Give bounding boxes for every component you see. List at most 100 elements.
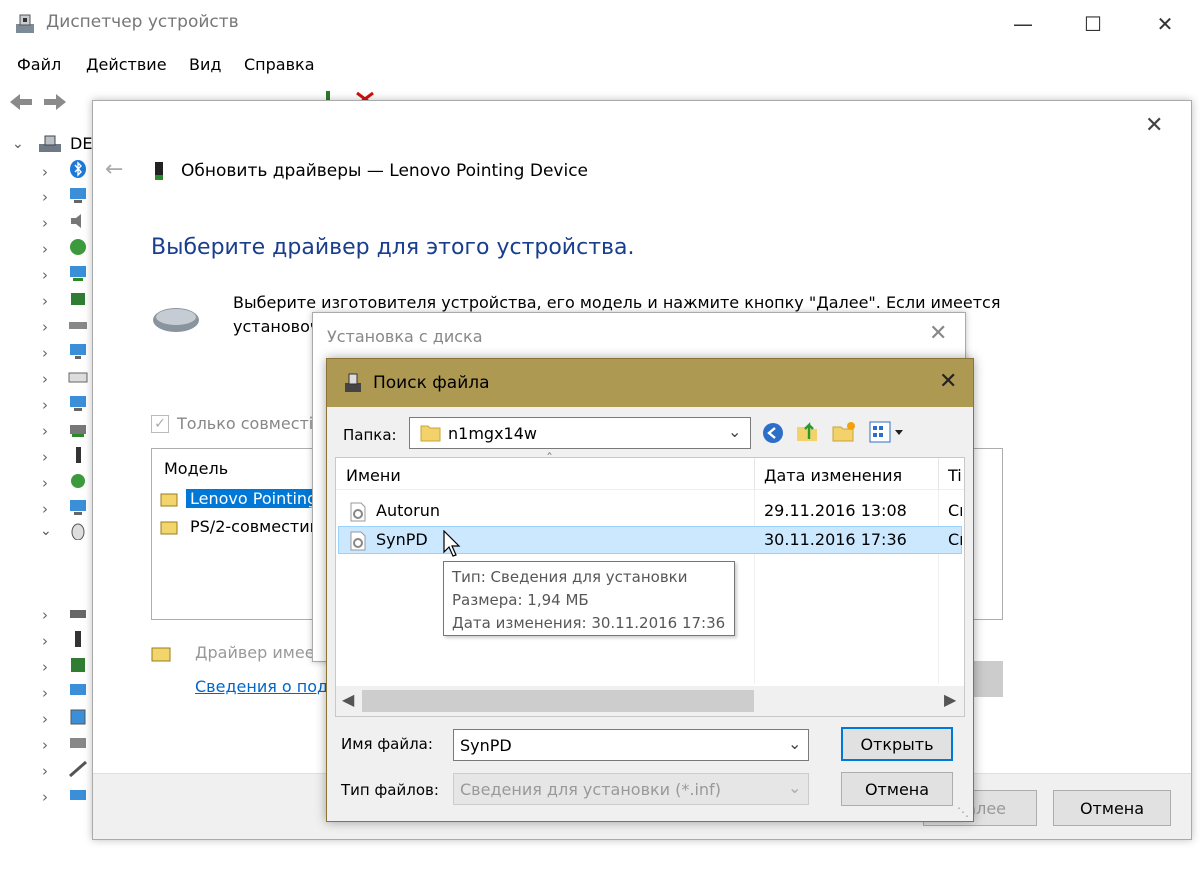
- model-column-header[interactable]: Модель: [164, 459, 228, 478]
- monitor-icon: [70, 266, 86, 281]
- menu-view[interactable]: Вид: [189, 55, 221, 74]
- scroll-right-icon[interactable]: ▶: [944, 690, 956, 709]
- menu-help[interactable]: Справка: [244, 55, 315, 74]
- expand-arrow[interactable]: ›: [42, 762, 48, 780]
- file-date: 29.11.2016 13:08: [764, 501, 907, 520]
- install-close-icon[interactable]: ✕: [929, 321, 947, 346]
- expand-arrow[interactable]: ›: [42, 422, 48, 440]
- display-icon: [70, 344, 86, 359]
- file-row[interactable]: Autorun 29.11.2016 13:08 Cı: [338, 498, 962, 524]
- keyboard-icon: [68, 372, 88, 383]
- expand-arrow[interactable]: ›: [42, 658, 48, 676]
- back-arrow-icon[interactable]: ←: [105, 157, 123, 182]
- dialog-title: Обновить драйверы — Lenovo Pointing Devi…: [181, 161, 588, 181]
- expand-arrow[interactable]: ›: [42, 163, 48, 181]
- expand-arrow[interactable]: ›: [42, 788, 48, 806]
- filename-label: Имя файла:: [341, 735, 433, 753]
- compat-checkbox[interactable]: ✓: [151, 415, 169, 433]
- expand-arrow[interactable]: ›: [42, 370, 48, 388]
- menu-file[interactable]: Файл: [17, 55, 61, 74]
- title-bar: Диспетчер устройств — ☐ ✕: [0, 0, 1200, 48]
- column-divider[interactable]: [754, 458, 755, 490]
- dialog-close-icon[interactable]: ✕: [1145, 113, 1163, 138]
- expand-arrow[interactable]: ›: [42, 344, 48, 362]
- menu-action[interactable]: Действие: [86, 55, 167, 74]
- resize-grip-icon[interactable]: ⋱: [957, 805, 969, 819]
- usb-controller-icon: [70, 790, 86, 800]
- printer-icon: [70, 610, 86, 618]
- cancel-button[interactable]: Отмена: [1053, 790, 1171, 826]
- expand-arrow[interactable]: ›: [42, 710, 48, 728]
- driver-details-link[interactable]: Сведения о под: [195, 677, 328, 696]
- file-row-selected[interactable]: SynPD 30.11.2016 17:36 Cı: [338, 526, 962, 554]
- description-line2: установоч: [233, 317, 320, 336]
- expand-arrow[interactable]: ›: [42, 606, 48, 624]
- date-column-header[interactable]: Дата изменения: [764, 466, 902, 485]
- signed-driver-note: Драйвер имее: [195, 643, 315, 662]
- go-back-icon[interactable]: [761, 421, 785, 445]
- collapse-arrow[interactable]: ⌄: [40, 523, 52, 539]
- device-tree: ⌄ DE › › › › › › › › › › › › › › ⌄ › › ›…: [0, 118, 95, 879]
- expand-arrow[interactable]: ›: [42, 448, 48, 466]
- filetype-combobox[interactable]: Сведения для установки (*.inf) ⌄: [453, 773, 809, 805]
- expand-arrow[interactable]: ›: [42, 474, 48, 492]
- expand-arrow[interactable]: ›: [42, 292, 48, 310]
- folder-combobox[interactable]: n1mgx14w ⌄: [409, 417, 751, 449]
- chevron-down-icon: ⌄: [788, 778, 802, 797]
- tooltip-date: Дата изменения: 30.11.2016 17:36: [452, 614, 726, 632]
- install-dialog-title: Установка с диска: [327, 327, 483, 346]
- expand-arrow[interactable]: ›: [42, 684, 48, 702]
- file-tooltip: Тип: Сведения для установки Размера: 1,9…: [443, 561, 735, 636]
- tooltip-size: Размера: 1,94 МБ: [452, 591, 589, 609]
- expand-arrow[interactable]: ›: [42, 396, 48, 414]
- horizontal-scrollbar[interactable]: ◀ ▶: [336, 686, 964, 716]
- model-item-selected[interactable]: Lenovo Pointing: [186, 489, 322, 508]
- expand-arrow[interactable]: ›: [42, 318, 48, 336]
- open-button[interactable]: Открыть: [841, 727, 953, 761]
- find-dialog-titlebar: Поиск файла ✕: [327, 359, 973, 407]
- model-item[interactable]: PS/2-совместим: [186, 517, 326, 536]
- forward-arrow-icon[interactable]: [42, 92, 68, 112]
- find-dialog-close-icon[interactable]: ✕: [939, 369, 957, 394]
- expand-arrow[interactable]: ›: [42, 736, 48, 754]
- find-cancel-button[interactable]: Отмена: [841, 772, 953, 806]
- scrollbar-thumb[interactable]: [362, 690, 754, 712]
- driver-icon: [160, 493, 178, 507]
- expand-arrow[interactable]: ›: [42, 266, 48, 284]
- compat-checkbox-label: Только совместі: [177, 414, 314, 433]
- controller-icon: [70, 425, 86, 437]
- chevron-down-icon: ⌄: [788, 734, 802, 753]
- expand-root-icon[interactable]: ⌄: [12, 136, 24, 152]
- have-disk-button[interactable]: [973, 661, 1003, 697]
- scroll-left-icon[interactable]: ◀: [342, 690, 354, 709]
- view-menu-icon[interactable]: [869, 421, 907, 445]
- type-column-header[interactable]: Ti: [948, 466, 962, 485]
- dialog-heading: Выберите драйвер для этого устройства.: [151, 235, 635, 260]
- minimize-button[interactable]: —: [1000, 0, 1046, 48]
- network-icon: [70, 188, 86, 203]
- filename-value: SynPD: [460, 736, 512, 755]
- expand-arrow[interactable]: ›: [42, 214, 48, 232]
- expand-arrow[interactable]: ›: [42, 632, 48, 650]
- mouse-cursor-icon: [443, 530, 461, 557]
- maximize-button[interactable]: ☐: [1070, 0, 1116, 48]
- chevron-down-icon: ⌄: [728, 422, 742, 441]
- filename-combobox[interactable]: SynPD ⌄: [453, 729, 809, 761]
- close-button[interactable]: ✕: [1142, 0, 1188, 48]
- back-arrow-icon[interactable]: [8, 92, 34, 112]
- bluetooth-icon: [70, 160, 86, 178]
- computer-name: DE: [70, 134, 93, 153]
- expand-arrow[interactable]: ›: [42, 240, 48, 258]
- up-folder-icon[interactable]: [795, 419, 821, 445]
- new-folder-icon[interactable]: [831, 419, 857, 445]
- pointing-device-icon: [155, 162, 163, 180]
- storage-icon: [70, 738, 86, 748]
- expand-arrow[interactable]: ›: [42, 188, 48, 206]
- computer-icon: [39, 135, 61, 152]
- name-column-header[interactable]: Имени: [346, 466, 401, 485]
- expand-arrow[interactable]: ›: [42, 500, 48, 518]
- sensor-icon: [69, 760, 87, 778]
- system-icon: [70, 709, 86, 725]
- find-dialog-icon: [345, 373, 361, 392]
- column-divider[interactable]: [938, 458, 939, 490]
